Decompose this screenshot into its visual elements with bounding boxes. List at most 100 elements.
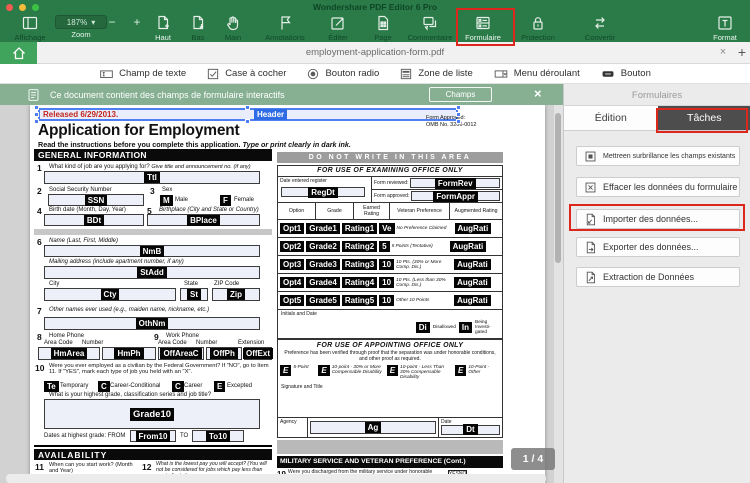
field-grade10[interactable]: Grade10 [44, 399, 260, 429]
tool-list-box[interactable]: Zone de liste [399, 67, 473, 81]
field-cty[interactable]: Cty [44, 288, 176, 301]
field-pts4[interactable]: 10 [379, 277, 395, 288]
notification-close-icon[interactable]: × [534, 86, 542, 101]
tool-text-field[interactable]: Champ de texte [99, 67, 186, 81]
tab-taches[interactable]: Tâches [657, 106, 750, 130]
tool-radio-button[interactable]: Bouton radio [306, 67, 379, 81]
tool-checkbox[interactable]: Case à cocher [206, 67, 286, 81]
field-grade5[interactable]: Grade5 [306, 295, 340, 306]
field-rating2[interactable]: Rating2 [341, 241, 378, 252]
field-to10[interactable]: To10 [192, 430, 244, 442]
field-offph[interactable]: OffPh [206, 347, 242, 360]
field-grade2[interactable]: Grade2 [306, 241, 340, 252]
zoom-out-button[interactable]: − [104, 16, 120, 30]
field-rating5[interactable]: Rating5 [341, 295, 378, 306]
highlight-existing-fields-button[interactable]: Mettreen surbrillance les champs existan… [576, 146, 740, 166]
field-aug2[interactable]: AugRati [449, 241, 487, 252]
field-rating4[interactable]: Rating4 [341, 277, 378, 288]
toolbar-item-editer[interactable]: Éditer [316, 13, 360, 42]
toolbar-item-main[interactable]: Main [211, 13, 255, 42]
field-aug5[interactable]: AugRati [454, 295, 491, 306]
selection-handle[interactable] [34, 119, 39, 124]
field-career[interactable]: C [172, 381, 184, 392]
selection-handle[interactable] [456, 105, 461, 110]
selection-handle[interactable] [456, 119, 461, 124]
field-formappr[interactable]: FormAppr [411, 190, 500, 202]
field-formrev[interactable]: FormRev [410, 177, 500, 189]
field-hmph[interactable]: HmPh [102, 347, 156, 360]
selection-handle[interactable] [34, 105, 39, 110]
field-nmb[interactable]: NmB [44, 245, 260, 257]
field-bdt[interactable]: BDt [44, 214, 144, 226]
tool-button[interactable]: Bouton [600, 67, 651, 81]
field-opt1[interactable]: Opt1 [280, 223, 305, 234]
selection-handle[interactable] [245, 119, 250, 124]
field-rating3[interactable]: Rating3 [341, 259, 378, 270]
field-aug4[interactable]: AugRati [454, 277, 491, 288]
clear-form-data-button[interactable]: Effacer les données du formulaire [576, 177, 740, 197]
field-sex-male[interactable]: M [160, 195, 173, 206]
field-ssn[interactable]: SSN [48, 194, 144, 206]
field-othnm[interactable]: OthNm [44, 317, 260, 330]
field-offext[interactable]: OffExt [243, 347, 273, 360]
field-rating1[interactable]: Rating1 [341, 223, 378, 234]
tab-edition[interactable]: Édition [564, 106, 658, 130]
horizontal-scrollbar[interactable] [6, 474, 546, 483]
toolbar-item-affichage[interactable]: Affichage [8, 13, 52, 42]
field-opt2[interactable]: Opt2 [280, 241, 305, 252]
field-e5[interactable]: E [280, 365, 292, 376]
field-opt5[interactable]: Opt5 [280, 295, 305, 306]
tool-dropdown-menu[interactable]: Menu déroulant [493, 67, 580, 81]
export-data-button[interactable]: Exporter des données... [576, 237, 740, 257]
toolbar-item-convertir[interactable]: Convertir [574, 13, 626, 42]
field-pts5[interactable]: 10 [379, 295, 395, 306]
field-from10[interactable]: From10 [130, 430, 176, 442]
field-di[interactable]: Di [415, 322, 430, 333]
field-bplace[interactable]: BPlace [147, 214, 260, 226]
new-tab-icon[interactable]: + [735, 42, 749, 64]
highlight-fields-button[interactable]: Champs surlignés [429, 87, 492, 113]
field-opt3[interactable]: Opt3 [280, 259, 305, 270]
home-button[interactable] [0, 42, 37, 64]
field-grade4[interactable]: Grade4 [306, 277, 340, 288]
field-sex-female[interactable]: F [220, 195, 231, 206]
field-e10b[interactable]: E [386, 365, 399, 376]
field-ttl[interactable]: Ttl [44, 171, 260, 184]
selection-handle[interactable] [34, 112, 39, 117]
field-regdt[interactable]: RegDt [281, 186, 365, 198]
toolbar-item-commentaire[interactable]: Commentaire [400, 13, 460, 42]
field-zip[interactable]: Zip [212, 288, 260, 301]
field-dt[interactable]: Dt [441, 424, 500, 436]
field-e10c[interactable]: E [455, 365, 467, 376]
toolbar-item-format[interactable]: Format [701, 13, 749, 42]
field-e10a[interactable]: E [318, 365, 330, 376]
zoom-dropdown[interactable]: 187% ▾ [55, 15, 107, 29]
tab-close-icon[interactable]: × [716, 42, 730, 64]
field-pts2[interactable]: 5 [379, 241, 390, 252]
field-pts1[interactable]: Ve [379, 223, 395, 234]
selection-handle[interactable] [245, 105, 250, 110]
field-career-conditional[interactable]: C [98, 381, 110, 392]
document-tab[interactable]: employment-application-form.pdf [0, 42, 750, 64]
field-in[interactable]: In [458, 322, 472, 333]
field-opt4[interactable]: Opt4 [280, 277, 305, 288]
header-field-chip[interactable]: Header [254, 109, 288, 120]
field-grade3[interactable]: Grade3 [306, 259, 340, 270]
field-hmarea[interactable]: HmArea [38, 347, 100, 360]
field-st[interactable]: St [180, 288, 208, 301]
field-pts3[interactable]: 10 [379, 259, 395, 270]
import-data-button[interactable]: Importer des données... [576, 209, 740, 229]
field-temporary[interactable]: Te [44, 381, 59, 392]
toolbar-item-annotations[interactable]: Annotations [258, 13, 312, 42]
vertical-scrollbar[interactable] [554, 105, 563, 483]
toolbar-item-page[interactable]: Page [361, 13, 405, 42]
field-aug3[interactable]: AugRati [454, 259, 491, 270]
toolbar-item-protection[interactable]: Protection [512, 13, 564, 42]
field-stadd[interactable]: StAdd [44, 266, 260, 279]
field-excepted[interactable]: E [214, 381, 226, 392]
scrollbar-thumb[interactable] [555, 113, 561, 263]
field-aug1[interactable]: AugRati [454, 223, 492, 234]
toolbar-item-formulaire[interactable]: Formulaire [455, 13, 511, 42]
field-ag[interactable]: Ag [310, 420, 436, 434]
data-extraction-button[interactable]: Extraction de Données [576, 267, 740, 287]
